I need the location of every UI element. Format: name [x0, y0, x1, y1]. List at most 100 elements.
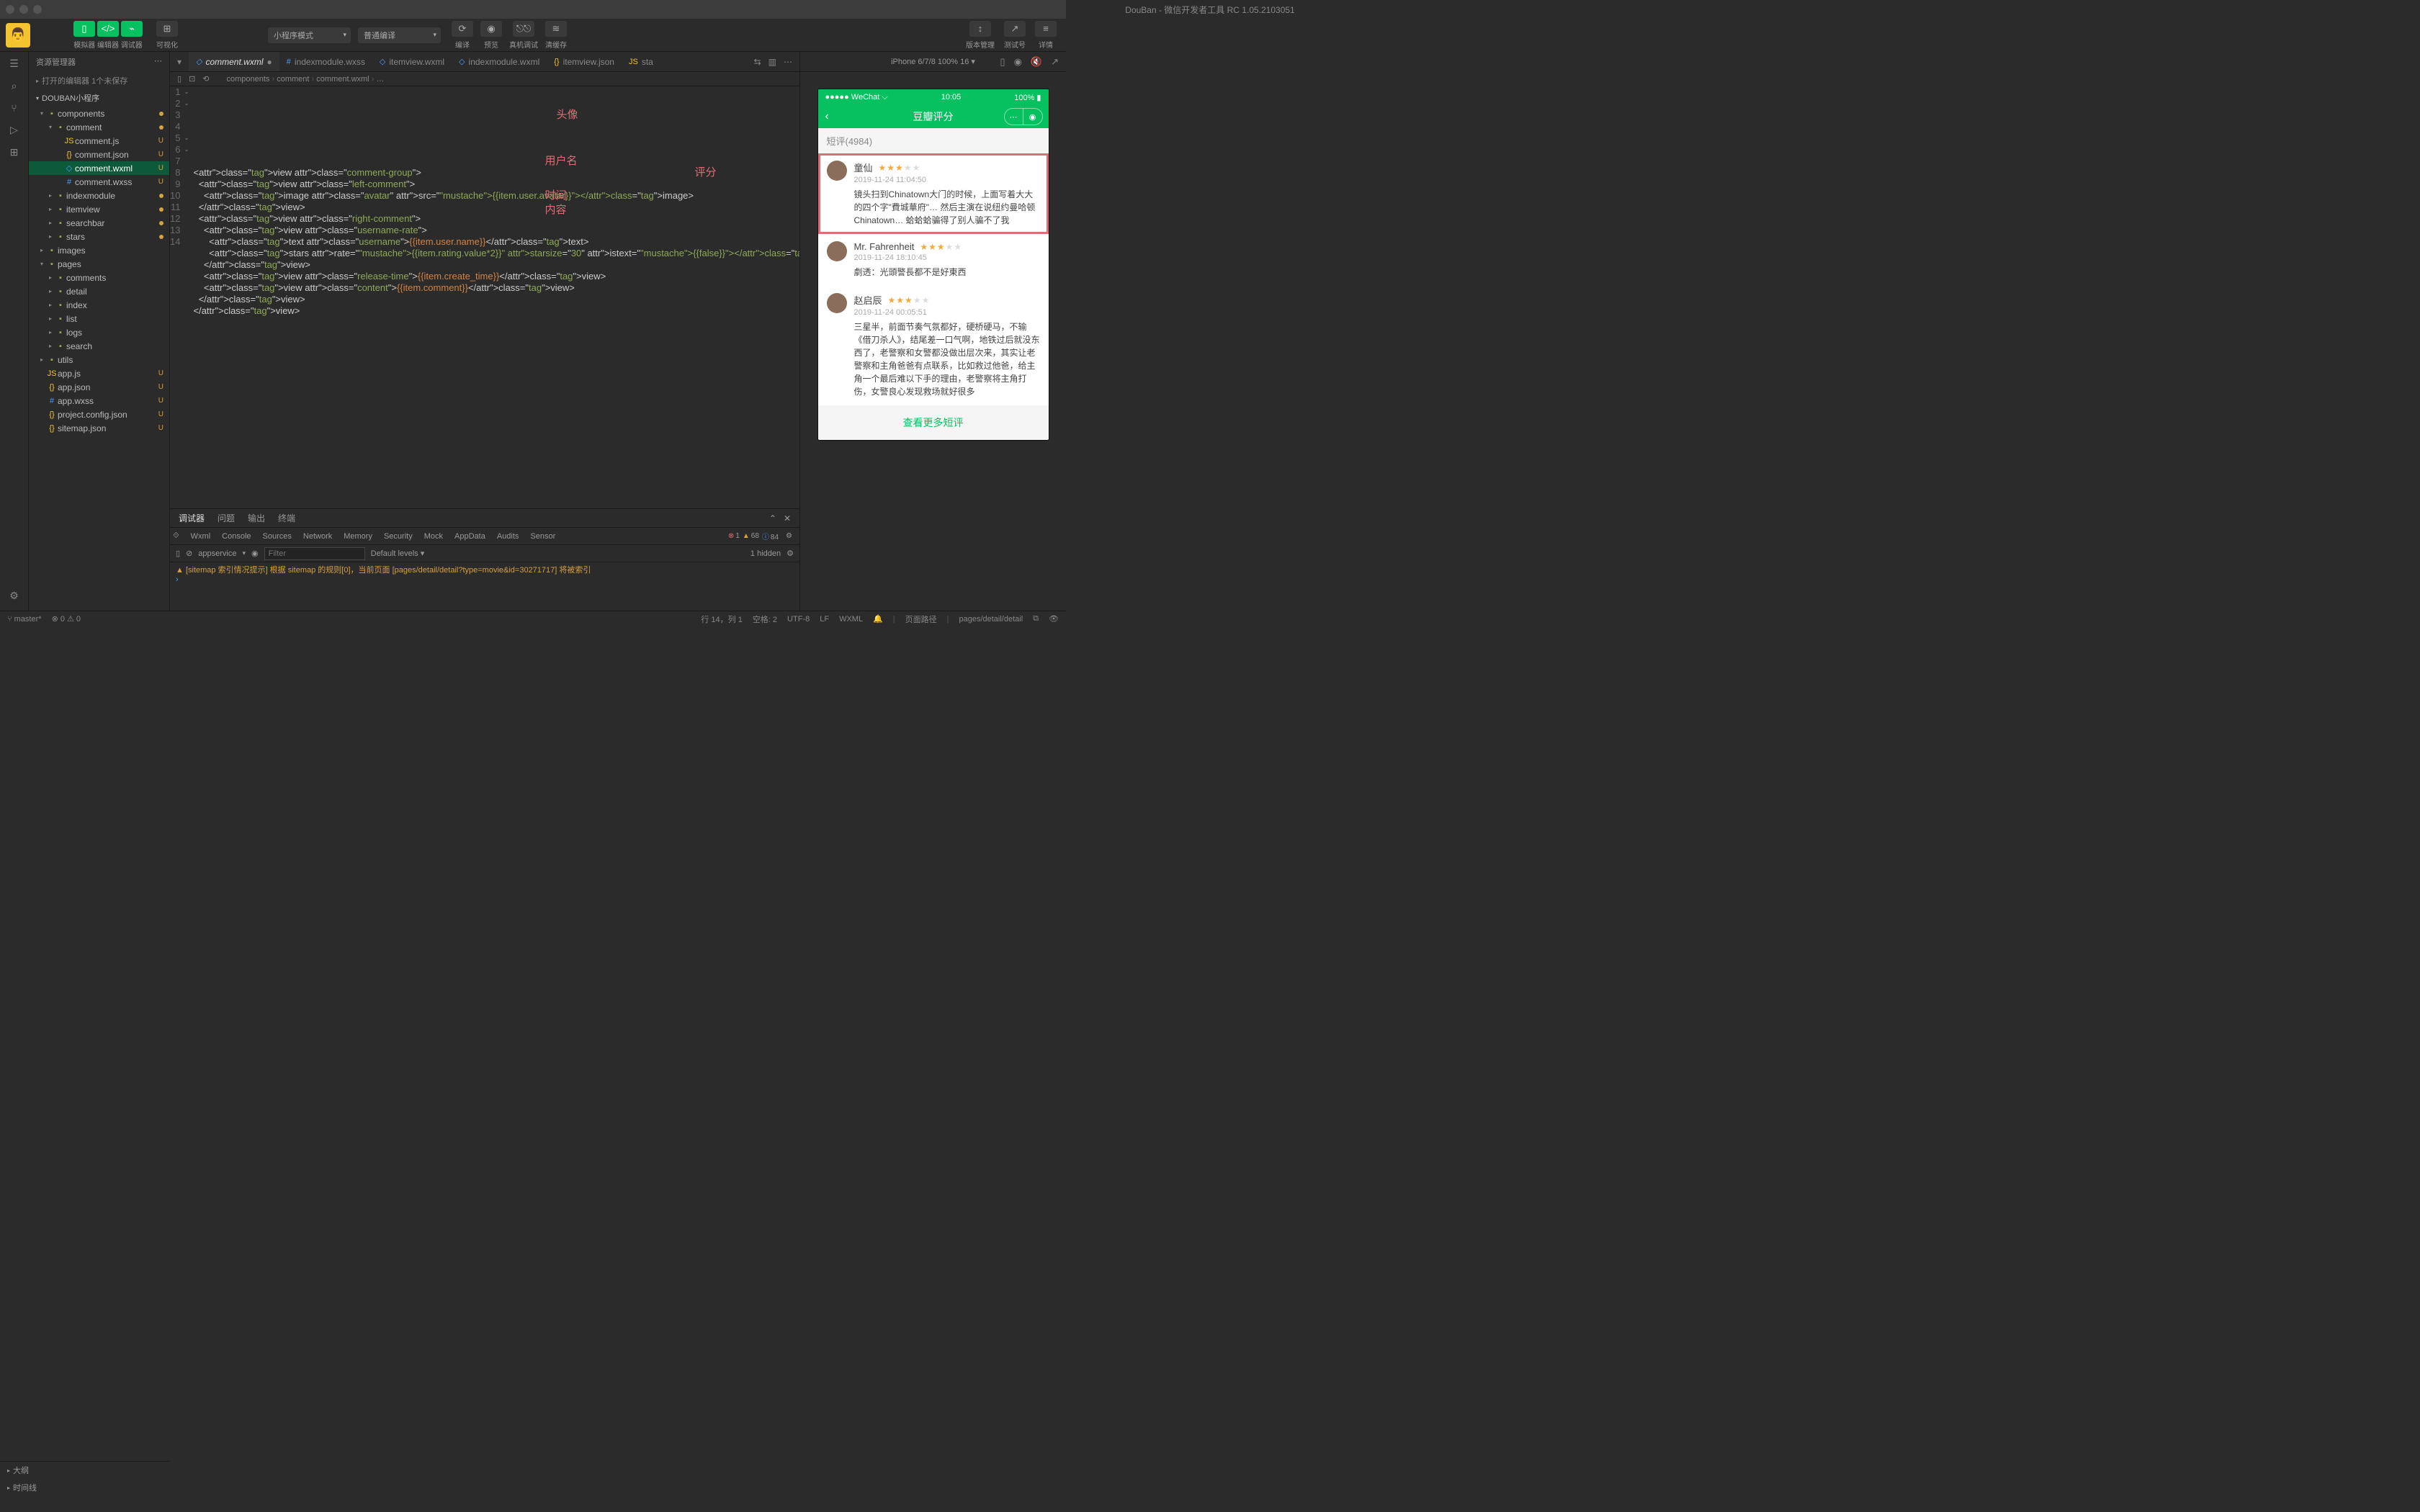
- comment-item[interactable]: Mr. Fahrenheit★★★★★2019-11-24 18:10:45劇透…: [818, 234, 1049, 286]
- file-comment.js[interactable]: JScomment.jsU: [29, 134, 169, 148]
- explorer-icon[interactable]: ☰: [9, 58, 19, 70]
- console-sidebar-icon[interactable]: ▯: [176, 549, 180, 558]
- bc-back-icon[interactable]: ▯: [177, 74, 182, 84]
- code-editor[interactable]: ⌄1⌄234⌄5⌄67891011121314 头像 用户名 评分 时间 内容 …: [170, 86, 799, 508]
- page-path[interactable]: pages/detail/detail: [959, 615, 1023, 624]
- 测试号-button[interactable]: ↗: [1004, 21, 1026, 37]
- error-badge[interactable]: 1: [728, 532, 740, 540]
- split-editor-icon[interactable]: ▥: [768, 57, 776, 67]
- comment-item[interactable]: 童仙★★★★★2019-11-24 11:04:50镜头扫到Chinatown大…: [818, 153, 1049, 234]
- tab-sta[interactable]: JSsta: [622, 52, 660, 72]
- dt-subtab-Memory[interactable]: Memory: [344, 532, 372, 541]
- dt-subtab-Audits[interactable]: Audits: [497, 532, 519, 541]
- bell-icon[interactable]: 🔔: [873, 614, 883, 624]
- sim-detach-icon[interactable]: ↗: [1051, 56, 1059, 68]
- bc-save-icon[interactable]: ⊡: [189, 74, 195, 84]
- dt-tab-终端[interactable]: 终端: [278, 512, 295, 524]
- dt-subtab-Wxml[interactable]: Wxml: [191, 532, 211, 541]
- timeline-section[interactable]: ▸时间线: [0, 1479, 170, 1496]
- visual-button[interactable]: ⊞: [156, 21, 178, 37]
- window-controls[interactable]: [6, 5, 42, 14]
- warn-badge[interactable]: 68: [743, 532, 759, 540]
- encoding-indicator[interactable]: UTF-8: [787, 615, 810, 624]
- scm-icon[interactable]: ⑂: [11, 102, 17, 114]
- console-hidden-count[interactable]: 1 hidden: [750, 549, 781, 558]
- file-logs[interactable]: ▸▪logs: [29, 325, 169, 339]
- diagnostics-indicator[interactable]: ⊗ 0 ⚠ 0: [52, 614, 81, 624]
- devtools-inspect-icon[interactable]: ⟐: [173, 531, 179, 541]
- file-app.wxss[interactable]: #app.wxssU: [29, 394, 169, 408]
- close-dot[interactable]: [6, 5, 14, 14]
- file-comment.wxml[interactable]: ◇comment.wxmlU: [29, 161, 169, 175]
- sim-mute-icon[interactable]: 🔇: [1031, 56, 1042, 68]
- file-comments[interactable]: ▸▪comments: [29, 271, 169, 284]
- file-utils[interactable]: ▸▪utils: [29, 353, 169, 366]
- copy-path-icon[interactable]: ⧉: [1033, 614, 1039, 624]
- breadcrumb[interactable]: ▯ ⊡ ⟲ components › comment › comment.wxm…: [170, 72, 799, 86]
- dt-subtab-Security[interactable]: Security: [384, 532, 413, 541]
- info-badge[interactable]: 84: [762, 531, 779, 541]
- cursor-position[interactable]: 行 14，列 1: [701, 613, 742, 625]
- compile-dropdown[interactable]: 普通编译: [358, 27, 441, 43]
- file-index[interactable]: ▸▪index: [29, 298, 169, 312]
- file-comment[interactable]: ▾▪comment: [29, 120, 169, 134]
- indent-indicator[interactable]: 空格: 2: [753, 613, 777, 625]
- file-sitemap.json[interactable]: {}sitemap.jsonU: [29, 421, 169, 435]
- console-settings-icon[interactable]: ⚙: [786, 549, 794, 558]
- sidebar-more-icon[interactable]: ⋯: [154, 56, 162, 68]
- file-components[interactable]: ▾▪components: [29, 107, 169, 120]
- file-search[interactable]: ▸▪search: [29, 339, 169, 353]
- file-detail[interactable]: ▸▪detail: [29, 284, 169, 298]
- tab-dropdown-icon[interactable]: ▾: [170, 57, 189, 67]
- zoom-dot[interactable]: [33, 5, 42, 14]
- console-eye-icon[interactable]: ◉: [251, 549, 259, 558]
- file-images[interactable]: ▸▪images: [29, 243, 169, 257]
- file-pages[interactable]: ▾▪pages: [29, 257, 169, 271]
- tab-more-icon[interactable]: ⋯: [784, 57, 792, 67]
- 编译-button[interactable]: ⟳: [452, 21, 473, 37]
- project-section[interactable]: ▾DOUBAN小程序: [29, 89, 169, 107]
- file-comment.json[interactable]: {}comment.jsonU: [29, 148, 169, 161]
- console-levels-dropdown[interactable]: Default levels ▾: [371, 549, 425, 558]
- devtools-collapse-icon[interactable]: ⌃: [769, 513, 776, 523]
- file-app.json[interactable]: {}app.jsonU: [29, 380, 169, 394]
- preview-icon[interactable]: 👁: [1049, 614, 1059, 624]
- console-output[interactable]: ▲ [sitemap 索引情况提示] 根据 sitemap 的规则[0]，当前页…: [170, 562, 799, 611]
- project-logo[interactable]: 👨: [6, 23, 30, 48]
- devtools-close-icon[interactable]: ✕: [784, 513, 791, 523]
- tab-comment.wxml[interactable]: ◇comment.wxml●: [189, 52, 279, 72]
- capsule-target-icon[interactable]: ◉: [1023, 109, 1042, 125]
- file-comment.wxss[interactable]: #comment.wxssU: [29, 175, 169, 189]
- more-comments-link[interactable]: 查看更多短评: [818, 405, 1049, 440]
- minimize-dot[interactable]: [19, 5, 28, 14]
- file-list[interactable]: ▸▪list: [29, 312, 169, 325]
- branch-indicator[interactable]: ⑂ master*: [7, 615, 42, 624]
- 真机调试-button[interactable]: ⎋⎋: [513, 21, 534, 37]
- 预览-button[interactable]: ◉: [480, 21, 502, 37]
- devtools-settings-icon[interactable]: ⚙: [786, 532, 792, 540]
- tab-itemview.json[interactable]: {}itemview.json: [547, 52, 622, 72]
- tab-indexmodule.wxml[interactable]: ◇indexmodule.wxml: [452, 52, 547, 72]
- mode-dropdown[interactable]: 小程序模式: [268, 27, 351, 43]
- dt-subtab-Sensor[interactable]: Sensor: [530, 532, 555, 541]
- tab-itemview.wxml[interactable]: ◇itemview.wxml: [372, 52, 452, 72]
- editor-toggle[interactable]: </>: [97, 21, 119, 37]
- language-indicator[interactable]: WXML: [839, 615, 863, 624]
- eol-indicator[interactable]: LF: [820, 615, 829, 624]
- file-project.config.json[interactable]: {}project.config.jsonU: [29, 408, 169, 421]
- sim-device-icon[interactable]: ▯: [1000, 56, 1005, 68]
- dt-tab-输出[interactable]: 输出: [248, 512, 265, 524]
- console-context[interactable]: appservice: [198, 549, 236, 558]
- file-stars[interactable]: ▸▪stars: [29, 230, 169, 243]
- phone-page[interactable]: 短评(4984) 童仙★★★★★2019-11-24 11:04:50镜头扫到C…: [818, 128, 1049, 440]
- dt-subtab-Console[interactable]: Console: [222, 532, 251, 541]
- search-icon[interactable]: ⌕: [12, 80, 17, 92]
- console-filter-input[interactable]: [264, 547, 365, 560]
- dt-tab-调试器[interactable]: 调试器: [179, 512, 205, 524]
- file-itemview[interactable]: ▸▪itemview: [29, 202, 169, 216]
- file-app.js[interactable]: JSapp.jsU: [29, 366, 169, 380]
- extensions-icon[interactable]: ⊞: [10, 146, 19, 158]
- sim-record-icon[interactable]: ◉: [1014, 56, 1022, 68]
- 版本管理-button[interactable]: ↕: [969, 21, 991, 37]
- outline-section[interactable]: ▸大纲: [0, 1462, 170, 1479]
